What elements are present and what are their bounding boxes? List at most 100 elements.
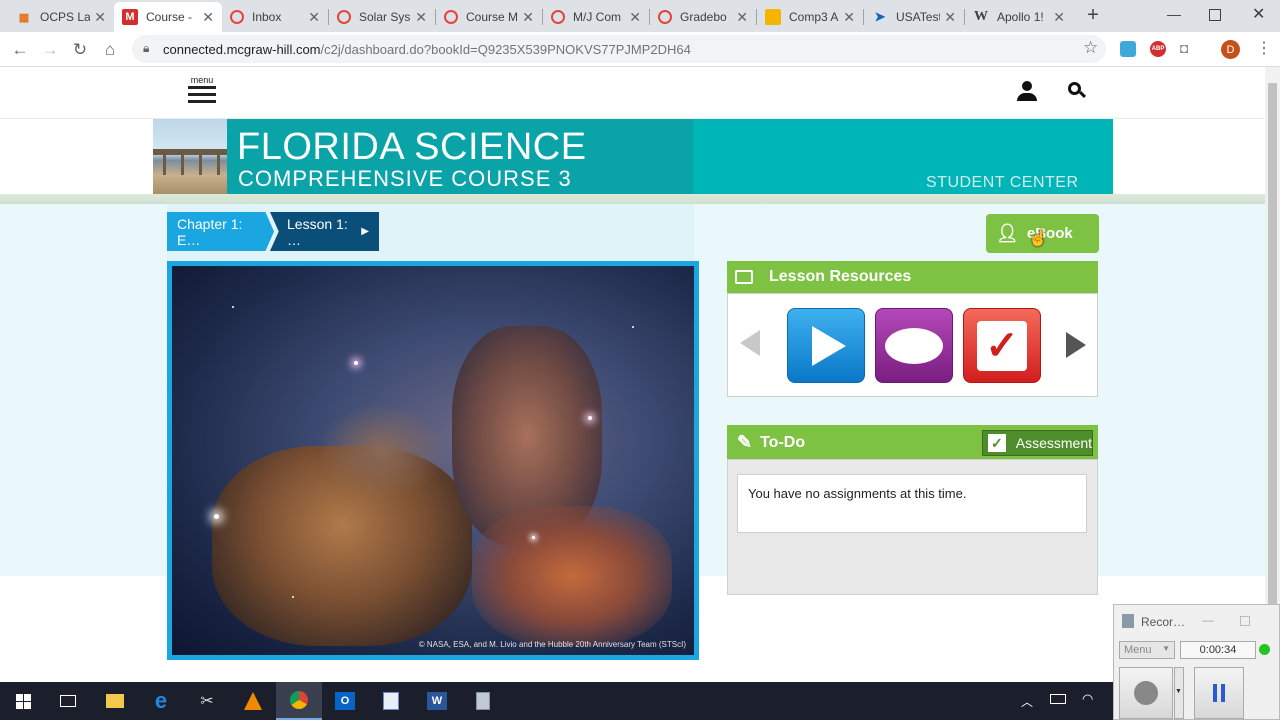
- camera-extension-icon[interactable]: ◘: [1180, 40, 1188, 56]
- profile-avatar[interactable]: D: [1221, 40, 1240, 59]
- internet-explorer-icon[interactable]: e: [138, 682, 184, 720]
- lesson-hero-image: © NASA, ESA, and M. Livio and the Hubble…: [167, 261, 699, 660]
- cursor-icon: ➤: [874, 9, 886, 24]
- home-icon[interactable]: ⌂: [98, 38, 122, 62]
- record-button[interactable]: [1119, 667, 1173, 719]
- todo-title: To-Do: [760, 433, 806, 451]
- recorder-menu-dropdown[interactable]: Menu ▼: [1119, 641, 1175, 659]
- windows-start-icon[interactable]: [0, 682, 46, 720]
- chrome-taskbar-icon[interactable]: [276, 682, 322, 720]
- course-subtitle: COMPREHENSIVE COURSE 3: [238, 166, 572, 191]
- chrome-menu-icon[interactable]: ⋮: [1256, 38, 1272, 58]
- close-tab-icon[interactable]: ✕: [202, 9, 214, 26]
- tab-label: Course -: [146, 10, 193, 24]
- tab-usatestprep[interactable]: ➤ USATestp ✕: [864, 2, 964, 32]
- adblock-icon[interactable]: ABP: [1150, 41, 1166, 57]
- tab-apollo[interactable]: W Apollo 1! ✕: [965, 2, 1073, 32]
- url-text[interactable]: connected.mcgraw-hill.com/c2j/dashboard.…: [163, 42, 691, 57]
- recorder-maximize-icon[interactable]: [1240, 616, 1250, 626]
- record-options-arrow[interactable]: ▼: [1174, 667, 1184, 719]
- close-window-icon[interactable]: ✕: [1252, 4, 1265, 24]
- chevron-up-icon[interactable]: ︿: [1021, 693, 1033, 710]
- ring-icon: [551, 10, 565, 24]
- vlc-icon[interactable]: [230, 682, 276, 720]
- assessment-button[interactable]: ✓ Assessment: [982, 430, 1093, 456]
- user-account-icon[interactable]: [1016, 80, 1038, 102]
- close-tab-icon[interactable]: ✕: [736, 9, 748, 26]
- word-icon[interactable]: W: [414, 682, 460, 720]
- recorder-app-icon[interactable]: [460, 682, 506, 720]
- lesson-resources-header: Lesson Resources: [727, 261, 1098, 293]
- hamburger-menu-icon[interactable]: [188, 86, 216, 106]
- tab-mj-com[interactable]: M/J Com ✕: [543, 2, 649, 32]
- pause-button[interactable]: [1194, 667, 1244, 719]
- close-tab-icon[interactable]: ✕: [944, 9, 956, 26]
- url-path: /c2j/dashboard.do?bookId=Q9235X539PNOKVS…: [320, 42, 691, 57]
- search-icon[interactable]: [1068, 82, 1087, 100]
- wifi-icon[interactable]: ◠: [1082, 691, 1093, 707]
- close-tab-icon[interactable]: ✕: [415, 9, 427, 26]
- breadcrumb-lesson[interactable]: Lesson 1: … ▶: [270, 212, 379, 251]
- pause-icon: [1213, 684, 1225, 702]
- battery-icon[interactable]: [1050, 694, 1066, 704]
- tab-inbox[interactable]: Inbox ✕: [222, 2, 328, 32]
- checkmark-quiz-icon: ✓: [977, 320, 1027, 371]
- forward-arrow-icon[interactable]: →: [38, 38, 62, 62]
- close-tab-icon[interactable]: ✕: [522, 9, 534, 26]
- extension-cloud-icon[interactable]: [1120, 41, 1136, 57]
- tab-solar-system[interactable]: Solar Sys ✕: [329, 2, 435, 32]
- ocps-icon: ▦: [18, 11, 30, 24]
- tab-course-active[interactable]: M Course - ✕: [114, 2, 222, 32]
- tab-label: Gradebo: [680, 10, 727, 24]
- recording-status-icon: [1259, 644, 1270, 655]
- close-tab-icon[interactable]: ✕: [843, 9, 855, 26]
- carousel-next-arrow-icon[interactable]: [1066, 332, 1086, 358]
- tab-label: Course M: [466, 10, 519, 24]
- slides-icon: [765, 9, 781, 25]
- outlook-icon[interactable]: O: [322, 682, 368, 720]
- reader-person-icon: 👤︎: [996, 223, 1019, 243]
- restore-window-icon[interactable]: [1209, 9, 1221, 21]
- ring-icon: [658, 10, 672, 24]
- breadcrumb-chapter-label: Chapter 1: E…: [177, 215, 243, 248]
- recorder-minimize-icon[interactable]: —: [1202, 613, 1214, 627]
- page-scrollbar[interactable]: [1265, 67, 1280, 682]
- todo-message: You have no assignments at this time.: [737, 474, 1087, 533]
- bookmark-star-icon[interactable]: ☆: [1083, 38, 1098, 58]
- recorder-app-icon: [1122, 614, 1134, 628]
- close-tab-icon[interactable]: ✕: [94, 9, 106, 26]
- close-tab-icon[interactable]: ✕: [629, 9, 641, 26]
- image-gallery-icon: [735, 270, 753, 284]
- menu-label: menu: [190, 75, 214, 85]
- minimize-window-icon[interactable]: —: [1167, 6, 1181, 22]
- scrollbar-thumb[interactable]: [1268, 83, 1277, 608]
- recorder-timer: 0:00:34: [1180, 641, 1256, 659]
- new-tab-button[interactable]: +: [1082, 4, 1104, 28]
- close-tab-icon[interactable]: ✕: [1053, 9, 1065, 26]
- carousel-prev-arrow-icon[interactable]: [740, 330, 760, 356]
- tab-label: Inbox: [252, 10, 282, 24]
- discussion-button[interactable]: [875, 308, 953, 383]
- paint-icon[interactable]: [368, 682, 414, 720]
- ring-icon: [337, 10, 351, 24]
- record-icon: [1134, 681, 1158, 705]
- lesson-resources-title: Lesson Resources: [769, 268, 912, 285]
- breadcrumb-chapter[interactable]: Chapter 1: E…: [167, 212, 274, 251]
- tab-gradebook[interactable]: Gradebo ✕: [650, 2, 756, 32]
- snipping-tool-icon[interactable]: ✂: [184, 682, 230, 720]
- tab-ocps[interactable]: ▦ OCPS La ✕: [8, 2, 114, 32]
- reload-icon[interactable]: ↻: [68, 38, 92, 62]
- quiz-button[interactable]: ✓: [963, 308, 1041, 383]
- close-tab-icon[interactable]: ✕: [308, 9, 320, 26]
- play-video-button[interactable]: [787, 308, 865, 383]
- browser-tab-bar: ▦ OCPS La ✕ M Course - ✕ Inbox ✕ Solar S…: [0, 0, 1280, 32]
- chevron-right-icon: ▶: [361, 226, 369, 237]
- file-explorer-icon[interactable]: [92, 682, 138, 720]
- tab-comp3[interactable]: Comp3 A ✕: [757, 2, 863, 32]
- tab-course-m[interactable]: Course M ✕: [436, 2, 542, 32]
- student-center-label: STUDENT CENTER: [926, 174, 1079, 191]
- tab-label: USATestp: [896, 10, 940, 24]
- back-arrow-icon[interactable]: ←: [8, 38, 32, 62]
- breadcrumb-lesson-label: Lesson 1: …: [287, 215, 348, 248]
- task-view-icon[interactable]: [45, 682, 91, 720]
